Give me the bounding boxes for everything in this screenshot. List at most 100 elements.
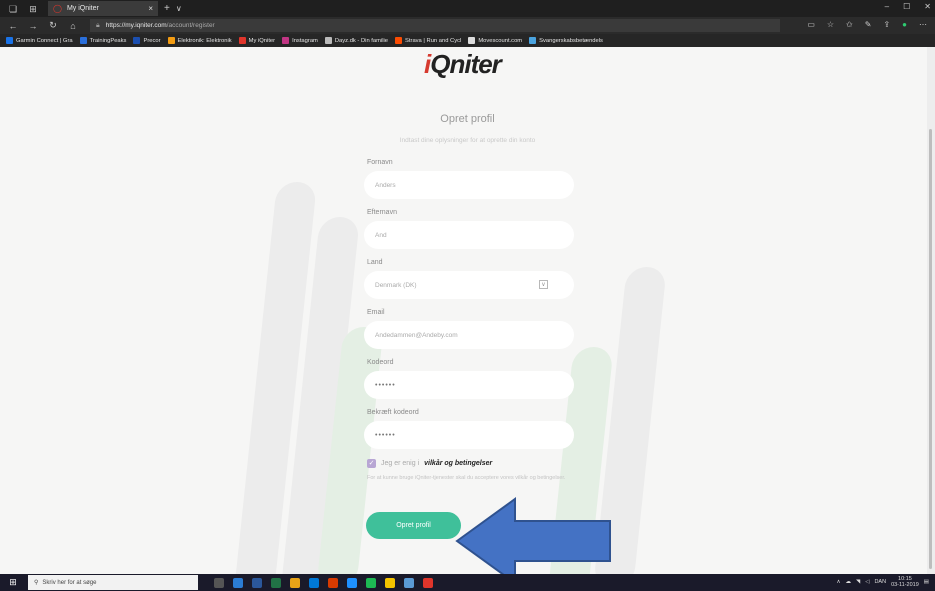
bookmark-label: Instagram bbox=[292, 37, 318, 44]
bookmark-label: My iQniter bbox=[248, 37, 276, 44]
chrome-icon[interactable] bbox=[290, 577, 300, 588]
windows-taskbar: ⊞ ⚲ Skriv her for at søge ∧ ☁ ◥ ◁ DAN 10… bbox=[0, 574, 935, 591]
tab-preview-icon[interactable]: ⊞ bbox=[26, 4, 40, 14]
tab-close-icon[interactable]: × bbox=[148, 4, 153, 13]
lastname-input[interactable]: And bbox=[364, 221, 574, 249]
clock-date: 03-11-2019 bbox=[891, 582, 919, 588]
more-icon[interactable]: ⋯ bbox=[919, 20, 927, 29]
bookmark-item[interactable]: Dayz.dk - Din familie bbox=[324, 37, 389, 44]
home-icon[interactable]: ⌂ bbox=[66, 21, 80, 31]
system-tray: ∧ ☁ ◥ ◁ DAN 10:15 03-11-2019 ▤ bbox=[836, 576, 929, 588]
tray-chevron-icon[interactable]: ∧ bbox=[836, 579, 840, 585]
confirm-password-field[interactable]: •••••• bbox=[364, 421, 574, 449]
close-window-button[interactable]: ✕ bbox=[924, 2, 931, 11]
clock[interactable]: 10:15 03-11-2019 bbox=[891, 576, 919, 588]
scrollbar-thumb[interactable] bbox=[929, 129, 932, 569]
terms-link[interactable]: vilkår og betingelser bbox=[424, 460, 492, 467]
tab-dropdown-icon[interactable]: ∨ bbox=[176, 4, 182, 13]
bookmark-item[interactable]: Elektronik: Elektronik bbox=[167, 37, 232, 44]
blue-arrow-annotation bbox=[455, 497, 611, 574]
favorites-icon[interactable]: ✩ bbox=[846, 20, 853, 29]
share-icon[interactable]: ⇪ bbox=[883, 20, 890, 29]
search-icon: ⚲ bbox=[34, 580, 39, 586]
excel-icon[interactable] bbox=[271, 577, 281, 588]
firstname-input[interactable]: Anders bbox=[364, 171, 574, 199]
lock-icon: 🔒︎ bbox=[96, 21, 100, 29]
password-label: Kodeord bbox=[367, 359, 394, 366]
terms-prefix: Jeg er enig i bbox=[381, 460, 420, 467]
taskbar-search-input[interactable]: ⚲ Skriv her for at søge bbox=[28, 575, 198, 590]
email-field[interactable]: Andedammen@Andeby.com bbox=[364, 321, 574, 349]
minimize-button[interactable]: – bbox=[885, 2, 889, 11]
bookmark-item[interactable]: Precor bbox=[133, 37, 161, 44]
spotify-icon[interactable] bbox=[366, 577, 376, 588]
volume-icon[interactable]: ◁ bbox=[865, 579, 869, 585]
wifi-icon[interactable]: ◥ bbox=[856, 579, 860, 585]
url-field[interactable]: 🔒︎ https://my.iqniter.com /account/regis… bbox=[90, 19, 780, 32]
back-icon[interactable]: ← bbox=[6, 21, 20, 31]
favorite-star-icon[interactable]: ☆ bbox=[827, 20, 834, 29]
iqniter-app-icon[interactable] bbox=[423, 577, 433, 588]
word-icon[interactable] bbox=[252, 577, 262, 588]
bookmark-label: Svangerskabsbetændels bbox=[539, 37, 603, 44]
bookmark-favicon-icon bbox=[167, 37, 175, 44]
maximize-button[interactable]: ☐ bbox=[903, 2, 910, 11]
refresh-icon[interactable]: ↻ bbox=[46, 20, 60, 31]
bookmark-item[interactable]: Strava | Run and Cycl bbox=[395, 37, 461, 44]
bookmark-item[interactable]: Movescount.com bbox=[468, 37, 522, 44]
terms-checkbox[interactable]: ✓ bbox=[367, 459, 376, 468]
reading-view-icon[interactable]: ▭ bbox=[807, 20, 815, 29]
tab-actions-icon[interactable]: ❏ bbox=[6, 4, 20, 14]
country-select[interactable]: Denmark (DK) ∨ bbox=[364, 271, 574, 299]
outlook-icon[interactable] bbox=[309, 577, 319, 588]
app-icon[interactable] bbox=[233, 577, 243, 588]
edge-icon[interactable] bbox=[347, 577, 357, 588]
language-indicator[interactable]: DAN bbox=[874, 579, 886, 585]
bookmark-favicon-icon bbox=[324, 37, 332, 44]
acrobat-icon[interactable] bbox=[328, 577, 338, 588]
taskbar-apps bbox=[214, 577, 433, 588]
bookmark-favicon-icon bbox=[238, 37, 246, 44]
iqniter-favicon-icon: ◯ bbox=[53, 4, 62, 13]
create-profile-button[interactable]: Opret profil bbox=[366, 512, 461, 539]
onedrive-icon[interactable]: ☁ bbox=[845, 579, 851, 585]
chevron-down-icon[interactable]: ∨ bbox=[539, 280, 548, 289]
bookmark-item[interactable]: Svangerskabsbetændels bbox=[529, 37, 603, 44]
new-tab-button[interactable]: + bbox=[164, 3, 170, 14]
forward-icon[interactable]: → bbox=[26, 21, 40, 31]
url-path: /account/register bbox=[166, 22, 215, 29]
bookmark-item[interactable]: My iQniter bbox=[238, 37, 276, 44]
bookmark-label: Precor bbox=[143, 37, 161, 44]
iqniter-logo[interactable]: iQniter bbox=[424, 49, 502, 80]
bookmark-favicon-icon bbox=[282, 37, 290, 44]
url-host: https://my.iqniter.com bbox=[105, 22, 167, 29]
logo-text: Qniter bbox=[430, 49, 502, 79]
taskbar-search-placeholder: Skriv her for at søge bbox=[42, 579, 97, 586]
page-subtitle: Indtast dine oplysninger for at oprette … bbox=[399, 137, 536, 144]
notifications-icon[interactable]: ▤ bbox=[924, 579, 929, 585]
bookmark-label: Movescount.com bbox=[478, 37, 523, 44]
bookmark-item[interactable]: Garmin Connect | Gra bbox=[6, 37, 73, 44]
page-scrollbar[interactable] bbox=[927, 47, 935, 574]
windows-start-icon[interactable]: ⊞ bbox=[6, 577, 20, 588]
browser-tab-bar: ❏ ⊞ ◯ My iQniter × + ∨ – ☐ ✕ bbox=[0, 0, 935, 17]
confirm-password-label: Bekræft kodeord bbox=[367, 409, 419, 416]
bookmark-label: TrainingPeaks bbox=[89, 37, 127, 44]
extension-icon[interactable]: ● bbox=[902, 20, 907, 29]
password-field[interactable]: •••••• bbox=[364, 371, 574, 399]
bookmark-favicon-icon bbox=[79, 37, 87, 44]
task-view-icon[interactable] bbox=[214, 577, 224, 588]
bookmark-favicon-icon bbox=[395, 37, 403, 44]
pen-icon[interactable]: ✎ bbox=[865, 20, 872, 29]
browser-tab[interactable]: ◯ My iQniter × bbox=[48, 1, 158, 16]
bookmark-item[interactable]: Instagram bbox=[282, 37, 318, 44]
calculator-icon[interactable] bbox=[404, 577, 414, 588]
firstname-label: Fornavn bbox=[367, 159, 393, 166]
explorer-icon[interactable] bbox=[385, 577, 395, 588]
bookmark-item[interactable]: TrainingPeaks bbox=[79, 37, 127, 44]
lastname-label: Efternavn bbox=[367, 209, 397, 216]
bookmark-label: Strava | Run and Cycl bbox=[405, 37, 462, 44]
bookmark-favicon-icon bbox=[6, 37, 13, 44]
bookmark-favicon-icon bbox=[133, 37, 141, 44]
bookmark-label: Dayz.dk - Din familie bbox=[334, 37, 389, 44]
